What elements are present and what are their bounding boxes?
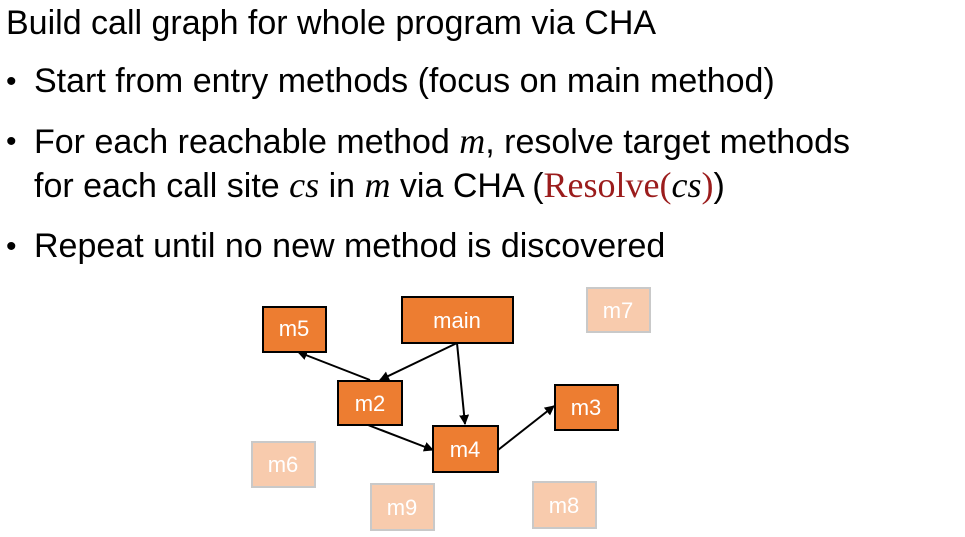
- node-m7-label: m7: [603, 298, 634, 323]
- edge-main-m2: [379, 342, 458, 381]
- node-m5: m5: [262, 306, 327, 353]
- node-main-label: main: [433, 308, 481, 333]
- node-m6: m6: [251, 441, 316, 488]
- node-m4: m4: [432, 425, 499, 473]
- node-m2-label: m2: [355, 391, 386, 416]
- node-m5-label: m5: [279, 316, 310, 341]
- edge-m4-m3: [497, 405, 555, 451]
- node-m3: m3: [554, 384, 619, 431]
- node-main: main: [401, 296, 514, 344]
- edges: [297, 342, 555, 452]
- node-m8: m8: [532, 481, 597, 529]
- call-graph: main m5 m2 m3 m4 m7 m6 m9 m8: [251, 287, 651, 531]
- node-m2: m2: [337, 380, 403, 426]
- edge-main-m4: [456, 342, 470, 425]
- edge-m2-m5: [297, 350, 371, 381]
- edge-m2-m4: [367, 424, 434, 452]
- node-m8-label: m8: [549, 493, 580, 518]
- node-m6-label: m6: [268, 452, 299, 477]
- node-m4-label: m4: [450, 437, 481, 462]
- node-m9: m9: [370, 483, 435, 531]
- node-m7: m7: [586, 287, 651, 333]
- node-m3-label: m3: [571, 395, 602, 420]
- node-m9-label: m9: [387, 495, 418, 520]
